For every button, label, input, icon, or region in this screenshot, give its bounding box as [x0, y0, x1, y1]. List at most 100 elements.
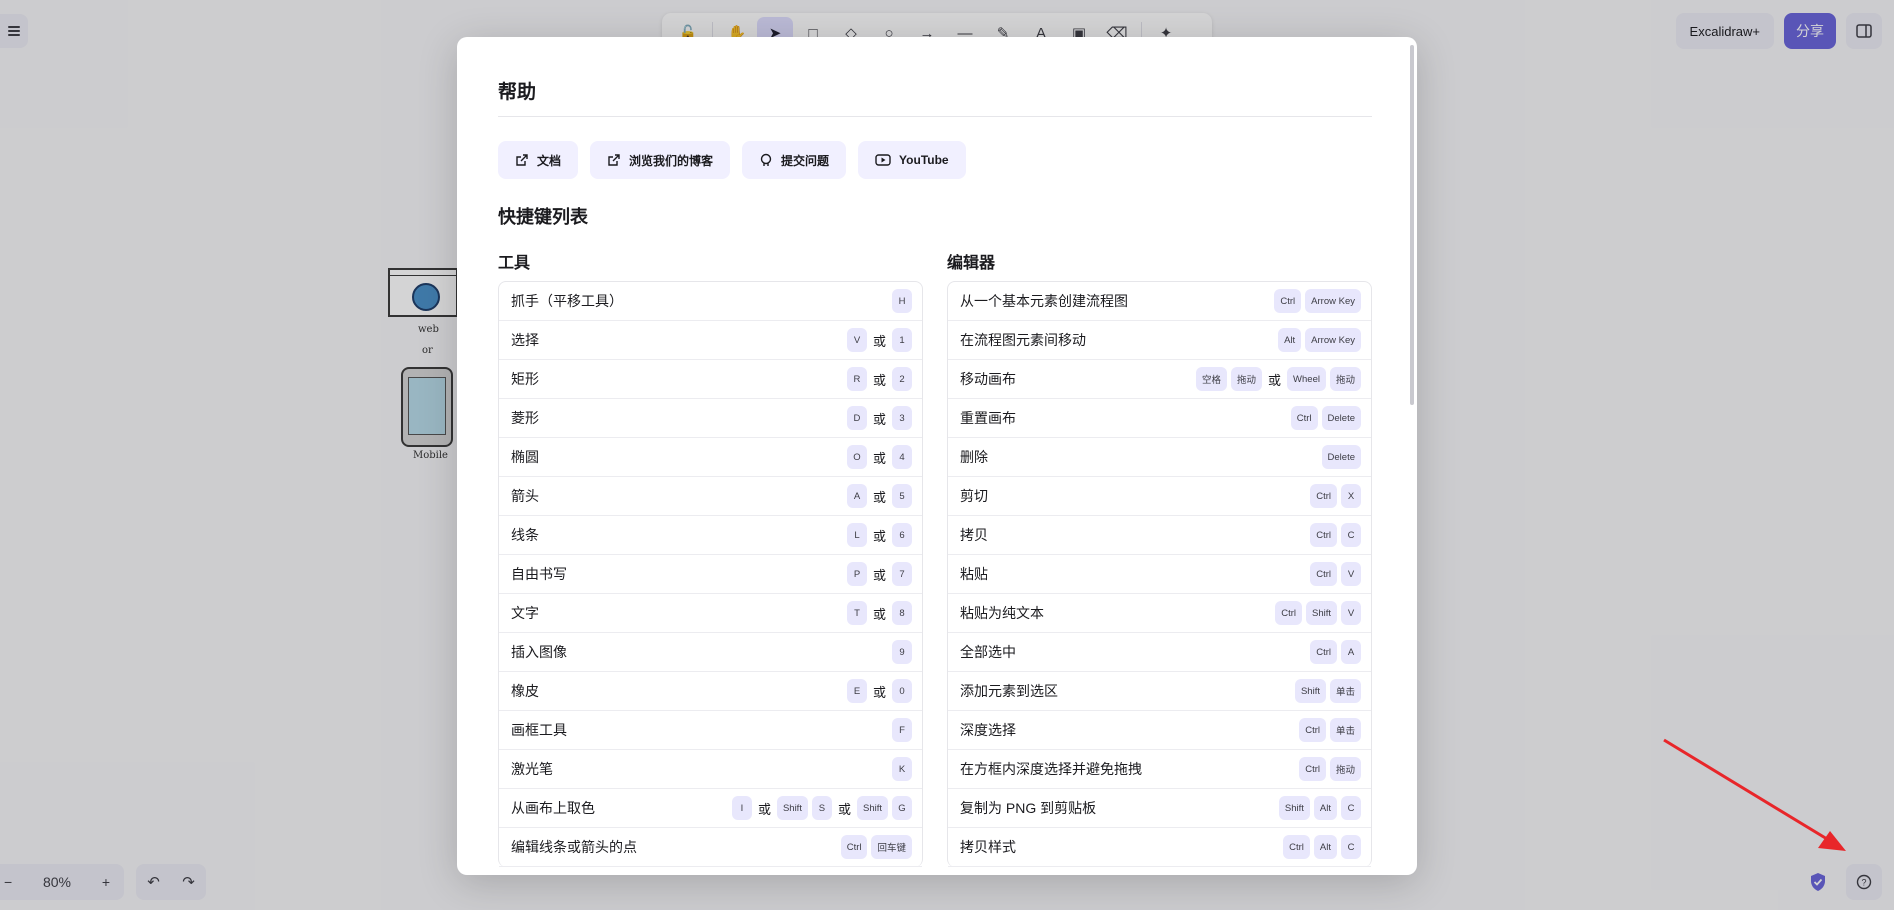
or-separator: 或 — [1268, 372, 1282, 388]
shortcut-keys: Ctrl X — [1310, 484, 1361, 508]
shortcut-keys: Ctrl 单击 — [1299, 718, 1361, 742]
shortcut-keys: Delete — [1321, 445, 1361, 469]
title-divider — [498, 116, 1372, 117]
link-label: 浏览我们的博客 — [629, 153, 714, 168]
shortcut-row: 激光笔 K — [499, 750, 922, 789]
key-cap: T — [846, 601, 867, 625]
tools-heading: 工具 — [498, 255, 531, 272]
shortcut-label: 粘贴为纯文本 — [960, 605, 1044, 621]
shortcut-row: 拷贝样式 Ctrl Alt C — [948, 828, 1371, 867]
issue-link[interactable]: 提交问题 — [742, 141, 847, 179]
shortcut-label: 椭圆 — [511, 449, 539, 465]
or-separator: 或 — [872, 450, 886, 466]
github-icon — [760, 153, 772, 166]
key-cap: 7 — [892, 562, 912, 586]
shortcut-label: 选择 — [511, 332, 539, 348]
or-separator: 或 — [872, 684, 886, 700]
key-cap: A — [846, 484, 867, 508]
shortcut-label: 画框工具 — [511, 722, 567, 738]
shortcut-row: 复制为 PNG 到剪贴板 Shift Alt C — [948, 789, 1371, 828]
or-separator: 或 — [872, 528, 886, 544]
shortcut-label: 矩形 — [511, 371, 539, 387]
key-cap: Delete — [1321, 406, 1361, 430]
dialog-scrollbar[interactable] — [1410, 45, 1414, 405]
key-cap: Delete — [1321, 445, 1361, 469]
key-cap: D — [846, 406, 867, 430]
shortcut-keys: E或0 — [846, 679, 912, 703]
key-cap: 2 — [892, 367, 912, 391]
key-cap: P — [846, 562, 867, 586]
shortcut-row: 箭头 A 或 5 — [499, 477, 922, 516]
key-cap: G — [892, 796, 912, 820]
key-cap: 9 — [892, 640, 912, 664]
key-cap: L — [846, 523, 867, 547]
shortcut-keys: 9 — [892, 640, 912, 664]
key-cap: 单击 — [1329, 679, 1361, 703]
shortcut-keys: 空格 拖动或 Wheel 拖动 — [1196, 367, 1361, 391]
key-cap: 空格 — [1196, 367, 1228, 391]
shortcut-keys: F — [892, 718, 912, 742]
shortcut-keys: Ctrl A — [1310, 640, 1361, 664]
key-cap: 拖动 — [1231, 367, 1263, 391]
key-cap: Ctrl — [1310, 523, 1337, 547]
shortcut-keys: T或8 — [846, 601, 912, 625]
link-label: 文档 — [537, 153, 562, 168]
shortcut-label: 在方框内深度选择并避免拖拽 — [960, 761, 1142, 777]
key-cap: V — [846, 328, 867, 352]
shortcut-label: 剪切 — [960, 488, 988, 504]
shortcut-row: 画框工具 F — [499, 711, 922, 750]
shortcut-row: 全部选中 Ctrl A — [948, 633, 1371, 672]
shortcut-row: 抓手（平移工具） H — [499, 282, 922, 321]
shortcut-row: 插入图像 9 — [499, 633, 922, 672]
key-cap: K — [892, 757, 912, 781]
key-cap: Ctrl — [1290, 406, 1318, 430]
key-cap: C — [1341, 523, 1361, 547]
or-separator: 或 — [872, 567, 886, 583]
key-cap: Ctrl — [1310, 484, 1337, 508]
key-cap: Ctrl — [1274, 289, 1302, 313]
shortcut-row: 在流程图元素间移动 Alt Arrow Key — [948, 321, 1371, 360]
shortcut-row: 从一个基本元素创建流程图 Ctrl Arrow Key — [948, 282, 1371, 321]
shortcut-label: 文字 — [511, 605, 539, 621]
shortcut-row: 椭圆 O 或 4 — [499, 438, 922, 477]
shortcut-label: 线条 — [511, 527, 539, 543]
key-cap: Ctrl — [1310, 640, 1337, 664]
key-cap: Ctrl — [1299, 718, 1326, 742]
shortcut-keys: D或3 — [846, 406, 912, 430]
key-cap: Ctrl — [1275, 601, 1302, 625]
shortcut-label: 添加元素到选区 — [960, 683, 1058, 699]
key-cap: Alt — [1278, 328, 1302, 352]
shortcut-label: 激光笔 — [511, 761, 553, 777]
shortcut-keys: Ctrl Alt C — [1283, 835, 1361, 859]
shortcuts-heading: 快捷键列表 — [498, 207, 588, 227]
key-cap: A — [1341, 640, 1361, 664]
or-separator: 或 — [872, 372, 886, 388]
shortcut-row: 移动画布 空格 拖动或 Wheel 拖动 — [948, 360, 1371, 399]
shortcut-row: 拷贝 Ctrl C — [948, 516, 1371, 555]
key-cap: Arrow Key — [1305, 328, 1361, 352]
shortcut-label: 删除 — [960, 449, 988, 465]
dialog-title: 帮助 — [498, 82, 537, 103]
shortcut-label: 菱形 — [511, 410, 539, 426]
or-separator: 或 — [872, 411, 886, 427]
annotation-arrow-icon — [1663, 738, 1846, 851]
shortcut-keys: I 或 Shift S 或 Shift G — [731, 796, 912, 820]
key-cap: 5 — [892, 484, 912, 508]
key-cap: Alt — [1313, 796, 1337, 820]
key-cap: C — [1341, 835, 1361, 859]
shortcut-label: 箭头 — [511, 488, 539, 504]
shortcut-row: 编辑线条或箭头的点 Ctrl 回车键 — [499, 828, 922, 867]
shortcut-label: 复制为 PNG 到剪贴板 — [960, 800, 1097, 816]
key-cap: H — [892, 289, 912, 313]
key-cap: Ctrl — [1299, 757, 1326, 781]
docs-link[interactable]: 文档 — [498, 141, 579, 179]
key-cap: 拖动 — [1329, 757, 1361, 781]
shortcut-row: 从画布上取色 I 或 Shift S 或 Shift G — [499, 789, 922, 828]
key-cap: Ctrl — [840, 835, 868, 859]
shortcut-label: 深度选择 — [960, 722, 1016, 738]
key-cap: Arrow Key — [1305, 289, 1361, 313]
key-cap: 3 — [892, 406, 912, 430]
youtube-link[interactable]: YouTube — [858, 141, 966, 179]
key-cap: O — [846, 445, 867, 469]
blog-link[interactable]: 浏览我们的博客 — [590, 141, 731, 179]
